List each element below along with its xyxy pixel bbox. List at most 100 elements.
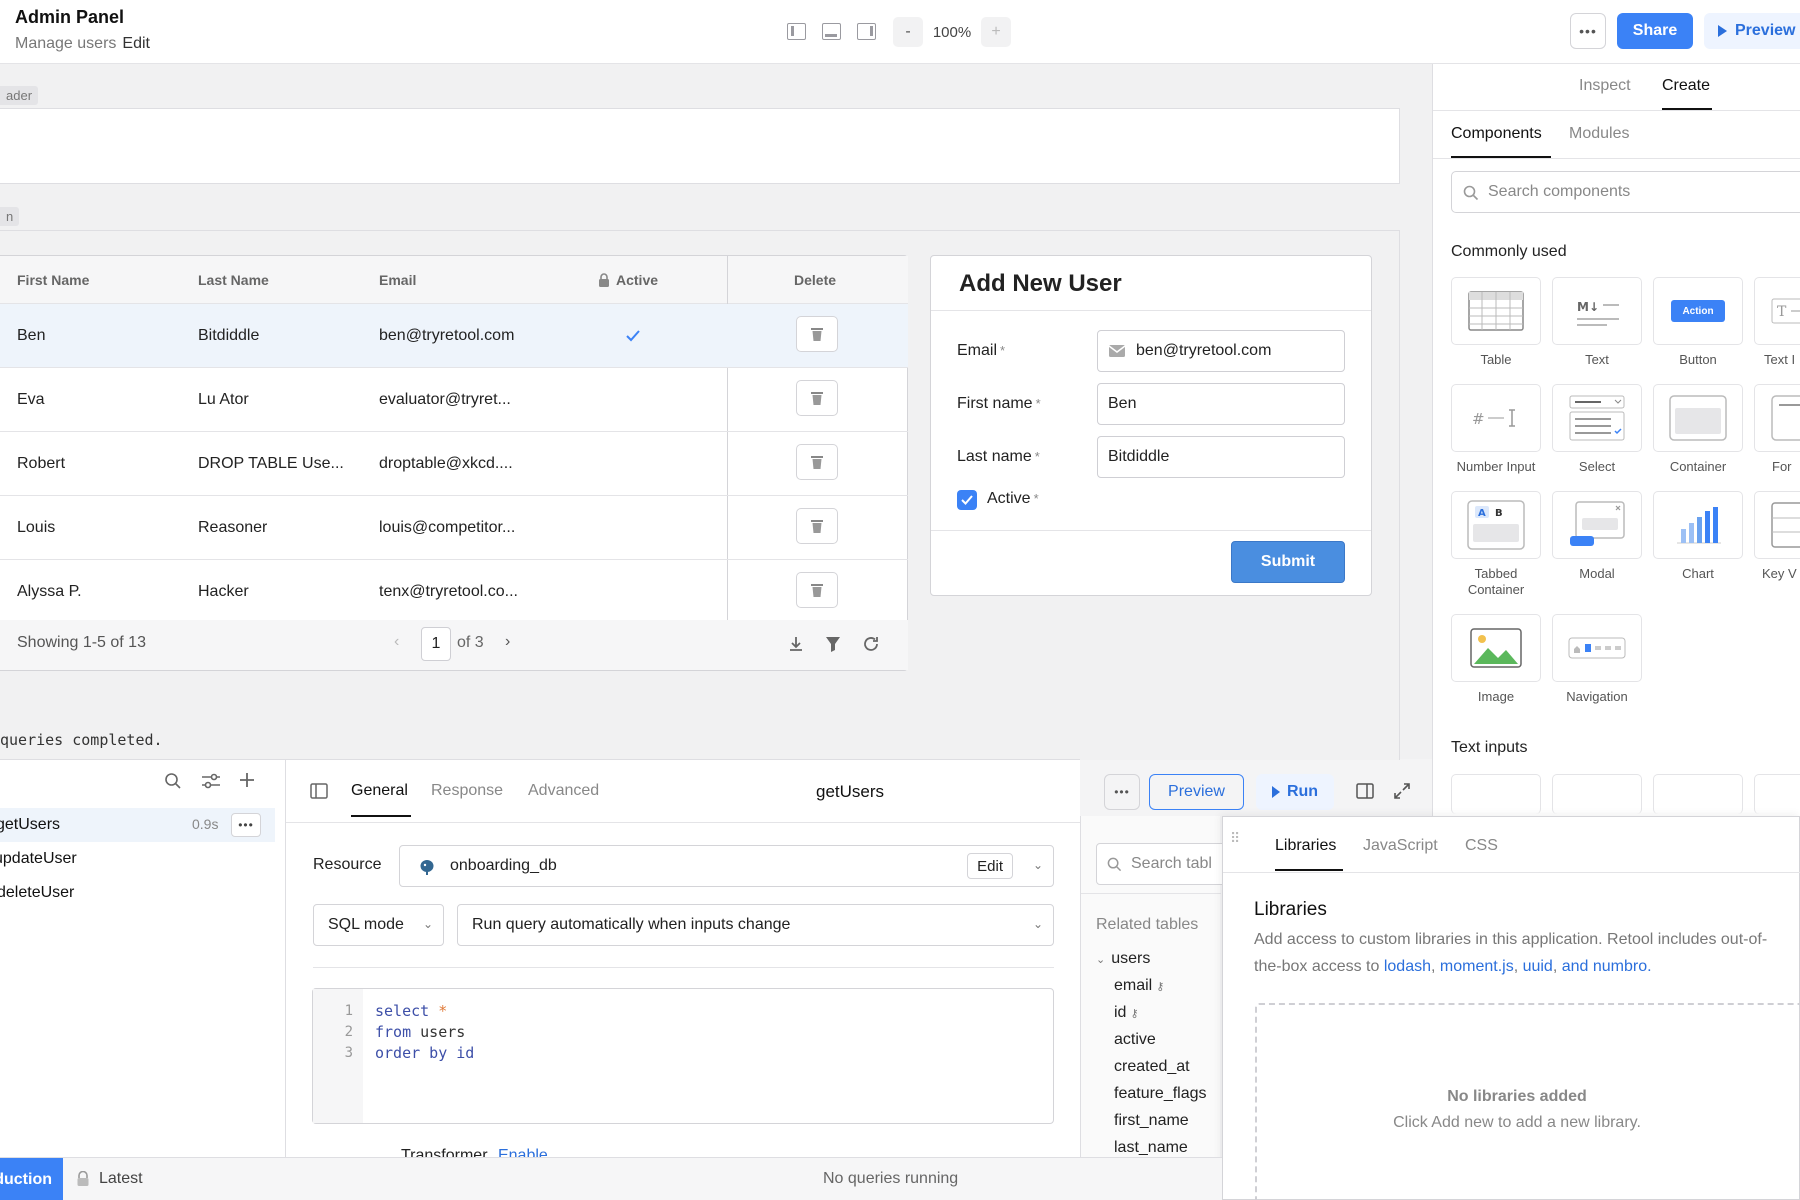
last-name-field[interactable]: Bitdiddle: [1097, 436, 1345, 478]
environment-badge[interactable]: duction: [0, 1158, 63, 1200]
tab-response[interactable]: Response: [431, 782, 503, 800]
search-icon[interactable]: [164, 772, 182, 790]
trigger-select[interactable]: Run query automatically when inputs chan…: [457, 904, 1054, 946]
tab-libraries[interactable]: Libraries: [1275, 837, 1336, 855]
subtab-modules[interactable]: Modules: [1569, 125, 1629, 143]
search-components-input[interactable]: Search components: [1451, 171, 1800, 213]
field-item[interactable]: email ⚷: [1114, 977, 1164, 995]
query-more-button[interactable]: •••: [231, 813, 261, 837]
delete-row-button[interactable]: [796, 316, 838, 352]
component-form[interactable]: [1754, 384, 1800, 452]
resource-select[interactable]: onboarding_db Edit ⌄: [399, 845, 1054, 887]
component-tabbed-container[interactable]: AB: [1451, 491, 1541, 559]
email-field[interactable]: ben@tryretool.com: [1097, 330, 1345, 372]
zoom-in-button[interactable]: +: [981, 17, 1011, 47]
page-number-input[interactable]: 1: [421, 627, 451, 661]
query-more-options-button[interactable]: •••: [1104, 774, 1140, 810]
field-item[interactable]: last_name: [1114, 1139, 1188, 1157]
field-item[interactable]: created_at: [1114, 1058, 1190, 1076]
table-row[interactable]: Robert DROP TABLE Use... droptable@xkcd.…: [0, 432, 908, 496]
query-item-getusers[interactable]: getUsers 0.9s •••: [0, 808, 275, 842]
add-query-icon[interactable]: [238, 771, 256, 789]
sql-code-editor[interactable]: 1 2 3 select * from users order by id: [312, 988, 1054, 1124]
filter-icon[interactable]: [825, 635, 841, 653]
field-item[interactable]: first_name: [1114, 1112, 1189, 1130]
prev-page-icon[interactable]: ‹: [394, 633, 399, 651]
column-header-last-name[interactable]: Last Name: [198, 256, 269, 304]
field-item[interactable]: id ⚷: [1114, 1004, 1139, 1022]
delete-row-button[interactable]: [796, 572, 838, 608]
branch-selector[interactable]: Latest: [76, 1170, 143, 1188]
table-row[interactable]: Eva Lu Ator evaluator@tryret...: [0, 368, 908, 432]
field-item[interactable]: feature_flags: [1114, 1085, 1207, 1103]
toggle-query-list-icon[interactable]: [310, 783, 328, 799]
component-modal[interactable]: [1552, 491, 1642, 559]
field-item[interactable]: active: [1114, 1031, 1156, 1049]
component-tile-partial[interactable]: [1754, 774, 1800, 814]
component-navigation[interactable]: [1552, 614, 1642, 682]
filter-settings-icon[interactable]: [201, 772, 221, 790]
column-header-first-name[interactable]: First Name: [17, 256, 89, 304]
column-header-email[interactable]: Email: [379, 256, 416, 304]
tab-create[interactable]: Create: [1662, 77, 1710, 95]
numbro-link[interactable]: and numbro.: [1562, 958, 1652, 975]
refresh-icon[interactable]: [862, 635, 880, 653]
uuid-link[interactable]: uuid: [1523, 958, 1553, 975]
component-text[interactable]: M↓: [1552, 277, 1642, 345]
related-table-users[interactable]: ⌄ users: [1096, 950, 1150, 968]
query-preview-button[interactable]: Preview: [1149, 774, 1244, 810]
page-selector[interactable]: Manage users Edit: [15, 35, 150, 53]
component-tile-partial[interactable]: [1552, 774, 1642, 814]
query-item-updateuser[interactable]: updateUser: [0, 842, 275, 876]
query-item-deleteuser[interactable]: deleteUser: [0, 876, 275, 910]
users-table[interactable]: First Name Last Name Email Active Delete…: [0, 255, 908, 671]
tab-javascript[interactable]: JavaScript: [1363, 837, 1438, 855]
dock-panel-icon[interactable]: [1356, 783, 1374, 799]
active-checkbox[interactable]: [957, 490, 977, 510]
tab-css[interactable]: CSS: [1465, 837, 1498, 855]
first-name-field[interactable]: Ben: [1097, 383, 1345, 425]
momentjs-link[interactable]: moment.js: [1440, 958, 1514, 975]
table-row[interactable]: Louis Reasoner louis@competitor...: [0, 496, 908, 560]
component-select[interactable]: [1552, 384, 1642, 452]
component-table[interactable]: [1451, 277, 1541, 345]
expand-icon[interactable]: [1393, 782, 1411, 800]
tab-advanced[interactable]: Advanced: [528, 782, 599, 800]
component-number-input[interactable]: #: [1451, 384, 1541, 452]
subtab-components[interactable]: Components: [1451, 125, 1542, 143]
preview-app-button[interactable]: Preview: [1704, 13, 1800, 49]
delete-row-button[interactable]: [796, 508, 838, 544]
run-query-button[interactable]: Run: [1256, 774, 1334, 810]
drag-handle-icon[interactable]: ⠿: [1230, 831, 1240, 845]
transformer-enable-link[interactable]: Enable: [498, 1147, 548, 1157]
zoom-out-button[interactable]: -: [893, 17, 923, 47]
page-edit-button[interactable]: Edit: [122, 35, 150, 52]
share-button[interactable]: Share: [1617, 13, 1693, 49]
lodash-link[interactable]: lodash: [1384, 958, 1431, 975]
next-page-icon[interactable]: ›: [505, 633, 510, 651]
download-icon[interactable]: [787, 635, 805, 653]
table-row[interactable]: Alyssa P. Hacker tenx@tryretool.co...: [0, 560, 908, 624]
header-frame[interactable]: [0, 108, 1400, 184]
component-button[interactable]: Action: [1653, 277, 1743, 345]
component-key-value[interactable]: [1754, 491, 1800, 559]
toggle-right-panel-icon[interactable]: [857, 23, 876, 40]
column-header-active[interactable]: Active: [598, 256, 658, 304]
delete-row-button[interactable]: [796, 380, 838, 416]
resource-edit-button[interactable]: Edit: [967, 853, 1013, 879]
delete-row-button[interactable]: [796, 444, 838, 480]
component-chart[interactable]: [1653, 491, 1743, 559]
component-tile-partial[interactable]: [1451, 774, 1541, 814]
tab-general[interactable]: General: [351, 782, 408, 800]
component-text-input[interactable]: T: [1754, 277, 1800, 345]
table-row[interactable]: Ben Bitdiddle ben@tryretool.com: [0, 304, 908, 368]
toggle-bottom-panel-icon[interactable]: [822, 23, 841, 40]
component-tile-partial[interactable]: [1653, 774, 1743, 814]
component-container[interactable]: [1653, 384, 1743, 452]
sql-mode-select[interactable]: SQL mode ⌄: [313, 904, 444, 946]
more-options-button[interactable]: •••: [1570, 13, 1606, 49]
tab-inspect[interactable]: Inspect: [1579, 77, 1631, 95]
component-image[interactable]: [1451, 614, 1541, 682]
toggle-left-panel-icon[interactable]: [787, 23, 806, 40]
submit-button[interactable]: Submit: [1231, 541, 1345, 583]
